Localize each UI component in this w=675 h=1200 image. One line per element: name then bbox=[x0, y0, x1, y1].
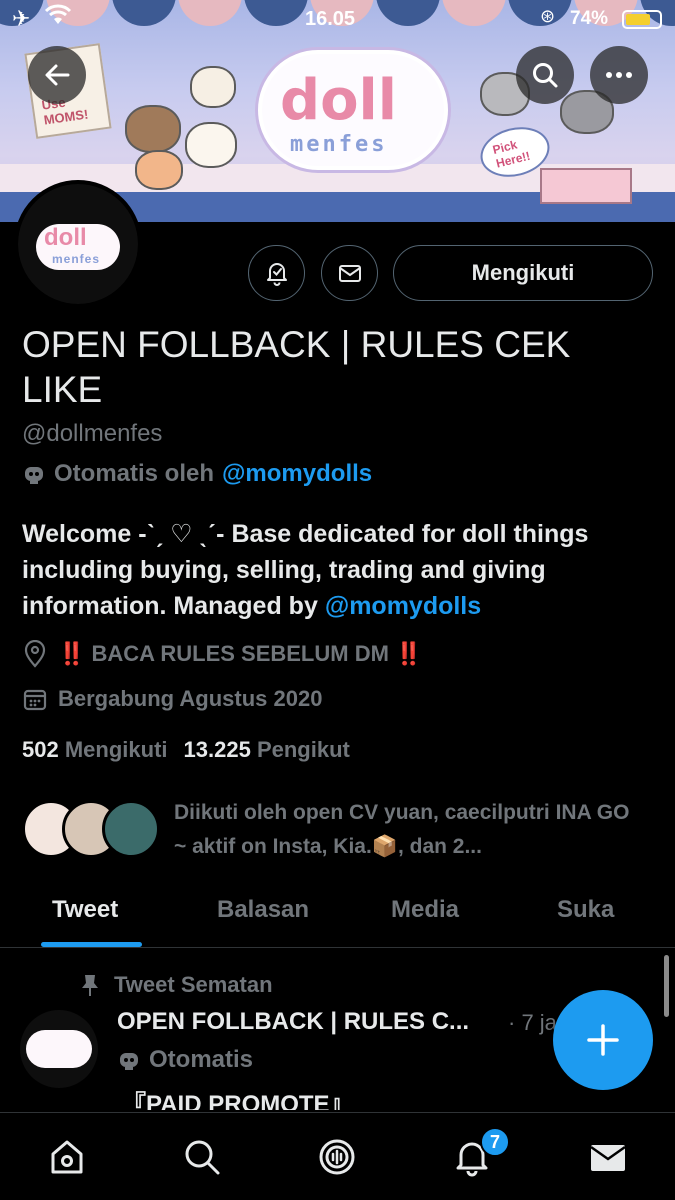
profile-avatar[interactable]: doll menfes bbox=[14, 180, 142, 308]
rotation-lock-icon: ⊛ bbox=[540, 6, 556, 26]
more-options-button[interactable] bbox=[590, 46, 648, 104]
location-pin-icon bbox=[24, 640, 46, 668]
profile-bio: Welcome -ˋˏ ♡ ˎˊ- Base dedicated for dol… bbox=[22, 516, 652, 624]
battery-percent: 74% bbox=[570, 8, 609, 29]
tweet-automated-text: Otomatis bbox=[149, 1046, 254, 1073]
profile-tabs: Tweet Balasan Media Suka bbox=[0, 882, 675, 948]
compose-tweet-button[interactable] bbox=[553, 990, 653, 1090]
following-label: Mengikuti bbox=[64, 737, 168, 762]
calendar-icon bbox=[23, 689, 47, 711]
follower-avatar-3 bbox=[102, 800, 160, 858]
spaces-icon bbox=[319, 1139, 355, 1175]
avatar-logo: doll menfes bbox=[36, 224, 120, 270]
banner-cat-1 bbox=[125, 105, 181, 153]
following-stat[interactable]: 502 Mengikuti bbox=[22, 737, 168, 763]
bottom-navigation: 7 bbox=[0, 1112, 675, 1200]
scrollbar[interactable] bbox=[664, 955, 669, 1017]
joined-text: Bergabung Agustus 2020 bbox=[58, 686, 323, 711]
more-dots-icon bbox=[606, 72, 632, 78]
battery-icon bbox=[622, 10, 662, 29]
envelope-icon bbox=[590, 1145, 626, 1171]
automated-prefix: Otomatis oleh bbox=[54, 460, 215, 487]
active-tab-indicator bbox=[41, 942, 142, 947]
followed-by-text: Diikuti oleh open CV yuan, caecilputri I… bbox=[174, 801, 630, 858]
status-time: 16.05 bbox=[305, 8, 356, 30]
pinned-text: Tweet Sematan bbox=[114, 972, 273, 997]
bell-check-icon bbox=[266, 263, 287, 286]
nav-search[interactable] bbox=[180, 1135, 224, 1179]
followers-label: Pengikut bbox=[256, 737, 350, 762]
tweet-time: · 7 ja bbox=[508, 1010, 557, 1035]
banner-logo-line1: doll bbox=[280, 68, 397, 133]
banner-logo: doll menfes bbox=[258, 50, 448, 170]
following-count: 502 bbox=[22, 737, 59, 762]
tab-replies[interactable]: Balasan bbox=[217, 896, 309, 924]
location-text: ‼️ BACA RULES SEBELUM DM ‼️ bbox=[58, 641, 423, 666]
search-icon bbox=[185, 1140, 220, 1175]
followers-count: 13.225 bbox=[183, 737, 251, 762]
tweet-author-name[interactable]: OPEN FOLLBACK | RULES C... bbox=[117, 1008, 469, 1036]
tweet-avatar-logo bbox=[26, 1030, 92, 1068]
airplane-mode-icon: ✈ bbox=[12, 6, 31, 31]
profile-joined: Bergabung Agustus 2020 bbox=[22, 686, 322, 712]
following-button[interactable]: Mengikuti bbox=[393, 245, 653, 301]
tab-media[interactable]: Media bbox=[391, 896, 459, 924]
tweet-author-avatar[interactable] bbox=[20, 1010, 98, 1088]
tab-tweet[interactable]: Tweet bbox=[52, 896, 118, 924]
banner-cat-2 bbox=[190, 66, 236, 108]
bio-text: Welcome -ˋˏ ♡ ˎˊ- Base dedicated for dol… bbox=[22, 520, 589, 620]
battery-fill bbox=[626, 14, 650, 25]
banner-logo-line2: menfes bbox=[290, 132, 388, 157]
home-icon bbox=[51, 1140, 83, 1174]
followed-by-section[interactable]: Diikuti oleh open CV yuan, caecilputri I… bbox=[22, 796, 652, 862]
robot-icon bbox=[120, 1053, 138, 1070]
tweet-body: 『PAID PROMOTE』 bbox=[122, 1091, 354, 1110]
automated-by-link[interactable]: @momydolls bbox=[222, 460, 372, 488]
notifications-toggle-button[interactable] bbox=[248, 245, 305, 301]
back-button[interactable] bbox=[28, 46, 86, 104]
robot-icon bbox=[25, 467, 43, 484]
profile-location: ‼️ BACA RULES SEBELUM DM ‼️ bbox=[22, 640, 422, 668]
nav-spaces[interactable] bbox=[315, 1135, 359, 1179]
nav-messages[interactable] bbox=[586, 1135, 630, 1179]
avatar-logo-line2: menfes bbox=[52, 252, 101, 266]
tweet-automated-label: Otomatis bbox=[117, 1046, 253, 1074]
banner-gift-box bbox=[540, 168, 632, 204]
search-button[interactable] bbox=[516, 46, 574, 104]
banner-cat-4 bbox=[135, 150, 183, 190]
banner-cat-3 bbox=[185, 122, 237, 168]
pin-icon bbox=[82, 975, 98, 996]
pinned-label: Tweet Sematan bbox=[80, 972, 273, 998]
wifi-icon bbox=[44, 4, 72, 32]
status-bar: ✈ 16.05 ⊛ 74% bbox=[0, 0, 675, 40]
search-icon bbox=[533, 63, 558, 88]
envelope-icon bbox=[338, 265, 361, 282]
plus-icon bbox=[587, 1024, 619, 1056]
follow-counts: 502 Mengikuti 13.225 Pengikut bbox=[22, 737, 350, 763]
followers-stat[interactable]: 13.225 Pengikut bbox=[184, 737, 350, 763]
nav-home[interactable] bbox=[45, 1135, 89, 1179]
notifications-badge: 7 bbox=[480, 1127, 510, 1157]
avatar-logo-line1: doll bbox=[44, 224, 87, 251]
bio-mention-link[interactable]: @momydolls bbox=[325, 592, 481, 620]
display-name: OPEN FOLLBACK | RULES CEK LIKE bbox=[22, 324, 571, 410]
tab-likes[interactable]: Suka bbox=[557, 896, 614, 924]
profile-handle: @dollmenfes bbox=[22, 420, 163, 447]
arrow-left-icon bbox=[45, 64, 70, 86]
automated-label: Otomatis oleh @momydolls bbox=[22, 460, 372, 488]
message-button[interactable] bbox=[321, 245, 378, 301]
